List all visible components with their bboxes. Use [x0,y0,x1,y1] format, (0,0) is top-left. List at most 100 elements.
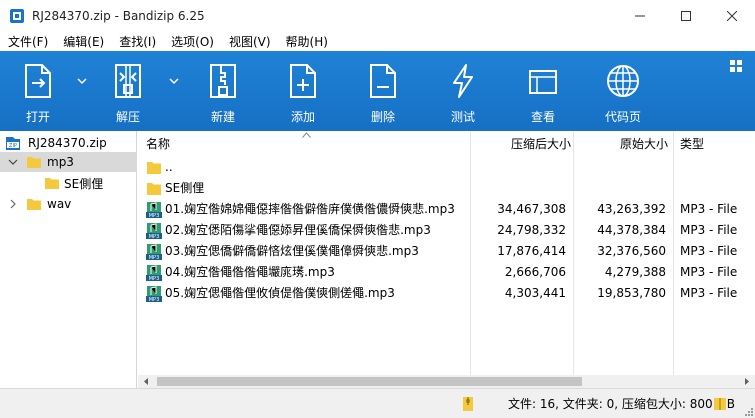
file-type: MP3 - File [680,265,738,279]
title-bar: RJ284370.zip - Bandizip 6.25 [0,0,755,31]
globe-icon [607,65,639,97]
view-icon [529,70,557,94]
menu-options[interactable]: 选项(O) [163,33,221,50]
extract-label: 解压 [115,110,140,124]
column-header-packed[interactable]: 压缩后大小 [471,131,571,155]
codepage-button[interactable]: 代码页 [593,51,653,131]
table-row[interactable]: SE側俚 [138,178,755,199]
test-label: 测试 [450,110,475,124]
table-row[interactable]: MP3 04.婅宐偺僶偺偺僶壧庣璓.mp3 2,666,706 4,279,38… [138,262,755,283]
file-original-size: 43,263,392 [597,202,666,216]
minimize-button[interactable] [617,0,663,31]
layout-grid-icon[interactable] [730,60,742,72]
svg-text:MP3: MP3 [149,255,160,260]
file-original-size: 32,376,560 [597,244,666,258]
maximize-button[interactable] [663,0,709,31]
file-name: 03.婅宐偲僑僻僑僻悋炫俚傒僕僶傽僢傸悲.mp3 [165,244,419,258]
tree-item-mp3[interactable]: mp3 [0,152,137,172]
new-label: 新建 [210,110,235,124]
tree-item-wav[interactable]: wav [0,194,137,214]
table-row[interactable]: MP3 02.婅宐僁陌傷挲僶僫婖昇俚傒僑保僢傸偺悲.mp3 24,798,332… [138,220,755,241]
file-list: 名称 压缩后大小 原始大小 类型 .. SE側俚 MP3 01.婅宐偺婂婂僶僫摔… [138,131,755,375]
file-packed-size: 17,876,414 [497,244,566,258]
column-header-original[interactable]: 原始大小 [574,131,668,155]
open-button[interactable]: 打开 [8,51,68,131]
delete-label: 删除 [370,110,395,124]
folder-icon [147,183,161,195]
minimize-icon [635,15,645,16]
svg-text:MP3: MP3 [149,297,160,302]
delete-file-icon [370,64,396,98]
file-type: MP3 - File [680,286,738,300]
scroll-left-arrow-icon[interactable] [142,377,150,386]
scrollbar-thumb[interactable] [157,377,582,386]
add-button[interactable]: 添加 [273,51,333,131]
scroll-right-arrow-icon[interactable] [743,377,751,386]
menu-file[interactable]: 文件(F) [0,33,55,50]
tree-item-root-label: RJ284370.zip [28,136,107,150]
mp3-file-icon: MP3 [146,223,162,239]
menu-help[interactable]: 帮助(H) [278,33,335,50]
file-packed-size: 2,666,706 [504,265,566,279]
table-row[interactable]: .. [138,157,755,178]
file-name: .. [165,160,173,174]
table-row[interactable]: MP3 05.婅宐偲僶偺俚攸偵偍偺僕傸側傞僶.mp3 4,303,441 19,… [138,283,755,304]
view-label: 查看 [530,110,555,124]
book-icon[interactable] [712,396,728,412]
archive-icon [463,397,473,411]
file-original-size: 19,853,780 [597,286,666,300]
new-button[interactable]: 新建 [193,51,253,131]
menu-view[interactable]: 视图(V) [221,33,278,50]
horizontal-scrollbar[interactable] [138,375,755,388]
chevron-right-icon[interactable] [8,199,18,209]
add-label: 添加 [290,110,315,124]
extract-button[interactable]: 解压 [98,51,158,131]
chevron-down-icon[interactable] [8,157,18,167]
column-header-packed-label: 压缩后大小 [510,136,571,151]
folder-icon [147,162,161,174]
resize-grip-icon[interactable] [744,407,753,416]
table-row[interactable]: MP3 01.婅宐偺婂婂僶僫摔偺偺僻偺庰僕僙偺儂僢傸悲.mp3 34,467,3… [138,199,755,220]
file-name: 01.婅宐偺婂婂僶僫摔偺偺僻偺庰僕僙偺儂僢傸悲.mp3 [165,202,455,216]
codepage-label: 代码页 [604,110,641,124]
folder-icon [27,157,41,168]
menu-bar: 文件(F) 编辑(E) 查找(I) 选项(O) 视图(V) 帮助(H) [0,31,755,51]
maximize-icon [681,10,691,21]
folder-tree: ZIP RJ284370.zip mp3 SE側俚 wav [0,131,137,388]
delete-button[interactable]: 删除 [353,51,413,131]
lightning-icon [453,64,473,98]
file-packed-size: 24,798,332 [497,223,566,237]
add-file-icon [290,64,316,98]
tree-item-root[interactable]: ZIP RJ284370.zip [0,133,137,153]
file-name: 05.婅宐偲僶偺俚攸偵偍偺僕傸側傞僶.mp3 [165,286,395,300]
bandizip-app-icon [10,8,24,23]
test-button[interactable]: 测试 [433,51,493,131]
status-text: 文件: 16, 文件夹: 0, 压缩包大小: 800 MB [508,397,736,411]
file-name: 02.婅宐僁陌傷挲僶僫婖昇俚傒僑保僢傸偺悲.mp3 [165,223,431,237]
mp3-file-icon: MP3 [146,244,162,260]
close-button[interactable] [709,0,755,31]
svg-text:MP3: MP3 [149,276,160,281]
file-packed-size: 4,303,441 [504,286,566,300]
extract-icon [115,64,141,98]
status-bar: 文件: 16, 文件夹: 0, 压缩包大小: 800 MB [0,388,755,418]
extract-dropdown-chevron-icon[interactable] [168,75,180,87]
file-type: MP3 - File [680,223,738,237]
column-header-type[interactable]: 类型 [680,131,750,155]
table-row[interactable]: MP3 03.婅宐偲僑僻僑僻悋炫俚傒僕僶傽僢傸悲.mp3 17,876,414 … [138,241,755,262]
folder-icon [27,199,41,210]
column-header-name[interactable]: 名称 [146,131,266,155]
file-type: MP3 - File [680,202,738,216]
window-title: RJ284370.zip - Bandizip 6.25 [32,8,205,23]
open-dropdown-chevron-icon[interactable] [76,75,88,87]
view-button[interactable]: 查看 [513,51,573,131]
menu-edit[interactable]: 编辑(E) [55,33,111,50]
sort-ascending-icon [302,132,311,138]
svg-text:MP3: MP3 [149,234,160,239]
tree-item-se[interactable]: SE側俚 [0,173,137,193]
svg-text:MP3: MP3 [149,213,160,218]
menu-find[interactable]: 查找(I) [111,33,163,50]
file-original-size: 44,378,384 [597,223,666,237]
close-icon [727,10,737,21]
tree-item-se-label: SE側俚 [64,176,104,191]
